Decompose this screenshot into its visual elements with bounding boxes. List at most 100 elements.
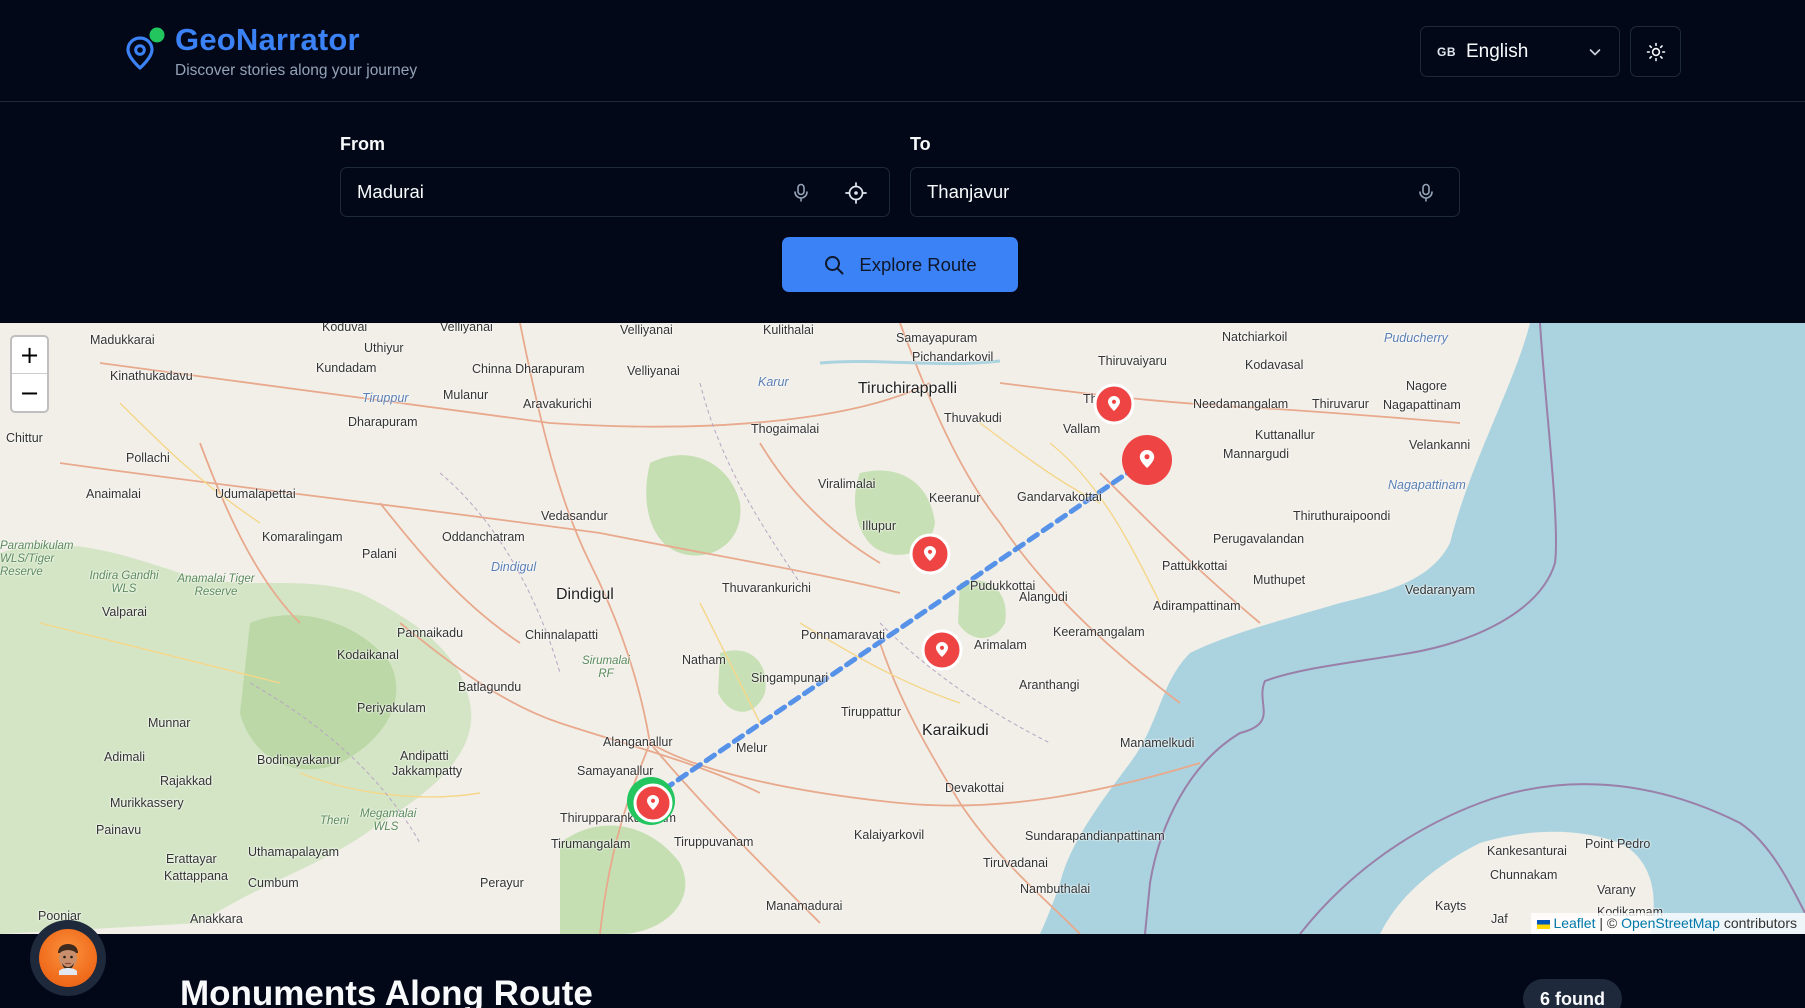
map-label: Muthupet xyxy=(1253,573,1306,587)
language-select[interactable]: GB English xyxy=(1420,26,1620,77)
app-title: GeoNarrator xyxy=(175,22,360,57)
explore-route-label: Explore Route xyxy=(859,253,977,275)
route-map[interactable]: Madukkarai Koduvai Velliyanai Uthiyur Ku… xyxy=(0,323,1805,934)
map-label: Velliyanai xyxy=(627,364,680,378)
monument-marker[interactable] xyxy=(909,533,951,575)
map-label: Manamadurai xyxy=(766,899,843,913)
map-label: Vedasandur xyxy=(541,509,608,523)
crosshair-icon xyxy=(845,182,867,204)
map-label: Alanganallur xyxy=(603,735,673,749)
map-label: Periyakulam xyxy=(357,701,426,715)
map-label: Velliyanai xyxy=(620,323,673,337)
map-label: Karaikudi xyxy=(922,722,989,739)
map-label: Thiruvarur xyxy=(1312,397,1369,411)
map-label: Mannargudi xyxy=(1223,447,1290,461)
map-label: Gandarvakottai xyxy=(1017,490,1102,504)
map-label: Pollachi xyxy=(126,451,170,465)
map-label: Kinathukadavu xyxy=(110,369,193,383)
explore-route-button[interactable]: Explore Route xyxy=(782,237,1018,292)
map-label: Kattappana xyxy=(164,869,228,883)
map-label: Keeranur xyxy=(929,491,981,505)
attribution-suffix: contributors xyxy=(1719,915,1797,931)
map-label: Megamalai WLS xyxy=(360,808,417,833)
map-label: Tiruvadanai xyxy=(983,856,1048,870)
guide-avatar-icon xyxy=(39,929,97,987)
map-label: Uthamapalayam xyxy=(248,845,340,859)
map-label: Thiruthuraipoondi xyxy=(1293,509,1391,523)
map-label: Nambuthalai xyxy=(1020,882,1091,896)
leaflet-link[interactable]: Leaflet xyxy=(1553,915,1595,931)
map-label: Mulanur xyxy=(443,388,489,402)
map-label: Illupur xyxy=(862,519,897,533)
map-label: Erattayar xyxy=(166,852,217,866)
guide-assistant-button[interactable] xyxy=(30,920,106,996)
to-label: To xyxy=(910,134,931,154)
theme-toggle-button[interactable] xyxy=(1630,26,1681,77)
map-label: Rajakkad xyxy=(160,774,213,788)
map-label: Kalaiyarkovil xyxy=(854,828,925,842)
map-label: Valparai xyxy=(102,605,147,619)
map-label: Thiruvaiyaru xyxy=(1098,354,1167,368)
map-label: Dindigul xyxy=(556,586,614,603)
map-label: Thuvakudi xyxy=(944,411,1002,425)
sun-icon xyxy=(1646,42,1665,61)
from-field xyxy=(340,167,890,217)
map-label: Anamalai Tiger Reserve xyxy=(177,573,255,598)
map-label: Manamelkudi xyxy=(1120,736,1195,750)
map-label: Dharapuram xyxy=(348,415,418,429)
map-label: Indira Gandhi WLS xyxy=(89,570,159,595)
map-label: Madukkarai xyxy=(90,333,155,347)
map-label: Perugavalandan xyxy=(1213,532,1305,546)
map-label: Natham xyxy=(682,653,726,667)
map-label: Keeramangalam xyxy=(1053,625,1145,639)
map-label: Chinnalapatti xyxy=(525,628,598,642)
map-label: Velliyanai xyxy=(440,323,493,334)
map-label: Koduvai xyxy=(322,323,368,334)
openstreetmap-link[interactable]: OpenStreetMap xyxy=(1621,915,1720,931)
monument-marker[interactable] xyxy=(921,629,963,671)
map-label: Tiruppattur xyxy=(841,705,901,719)
map-label: Aravakurichi xyxy=(523,397,592,411)
map-label: Vedaranyam xyxy=(1405,583,1476,597)
from-input[interactable] xyxy=(357,168,777,216)
map-label: Pattukkottai xyxy=(1162,559,1228,573)
attribution-separator: | © xyxy=(1595,915,1622,931)
map-label: Needamangalam xyxy=(1193,397,1289,411)
map-label: Udumalapettai xyxy=(215,487,296,501)
flag-gb-icon: GB xyxy=(1437,44,1456,59)
map-attribution: Leaflet | © OpenStreetMap contributors xyxy=(1530,913,1805,934)
map-label: Tiruchirappalli xyxy=(858,380,957,397)
map-label: Kankesanturai xyxy=(1487,844,1567,858)
to-input[interactable] xyxy=(927,168,1347,216)
map-label: Nagapattinam xyxy=(1383,398,1461,412)
map-label: Theni xyxy=(320,815,349,827)
map-zoom-control: + − xyxy=(10,335,49,413)
zoom-in-button[interactable]: + xyxy=(12,337,47,374)
map-label: Devakottai xyxy=(945,781,1005,795)
map-label: Adimali xyxy=(104,750,145,764)
from-voice-button[interactable] xyxy=(788,180,814,206)
map-label: Natchiarkoil xyxy=(1222,330,1288,344)
monuments-section-title: Monuments Along Route xyxy=(180,974,593,1008)
map-label: Singampunari xyxy=(751,671,829,685)
use-location-button[interactable] xyxy=(843,180,869,206)
map-label: Samayapuram xyxy=(896,331,978,345)
monument-marker[interactable] xyxy=(1093,383,1135,425)
to-field xyxy=(910,167,1460,217)
map-label: Sirumalai RF xyxy=(582,655,630,680)
zoom-out-button[interactable]: − xyxy=(12,374,47,411)
map-label: Alangudi xyxy=(1019,590,1068,604)
map-label: Chunnakam xyxy=(1490,868,1558,882)
map-label: Kodavasal xyxy=(1245,358,1304,372)
map-label: Point Pedro xyxy=(1585,837,1651,851)
route-end-marker[interactable] xyxy=(1120,433,1174,487)
map-label: Palani xyxy=(362,547,397,561)
monuments-count-badge: 6 found xyxy=(1523,979,1622,1008)
map-label: Komaralingam xyxy=(262,530,343,544)
map-label: Kuttanallur xyxy=(1255,428,1315,442)
map-label: Varany xyxy=(1597,883,1636,897)
route-start-marker[interactable] xyxy=(625,775,677,827)
to-voice-button[interactable] xyxy=(1413,180,1439,206)
map-label: Puducherry xyxy=(1384,331,1448,345)
map-label: Kodaikanal xyxy=(337,648,399,662)
